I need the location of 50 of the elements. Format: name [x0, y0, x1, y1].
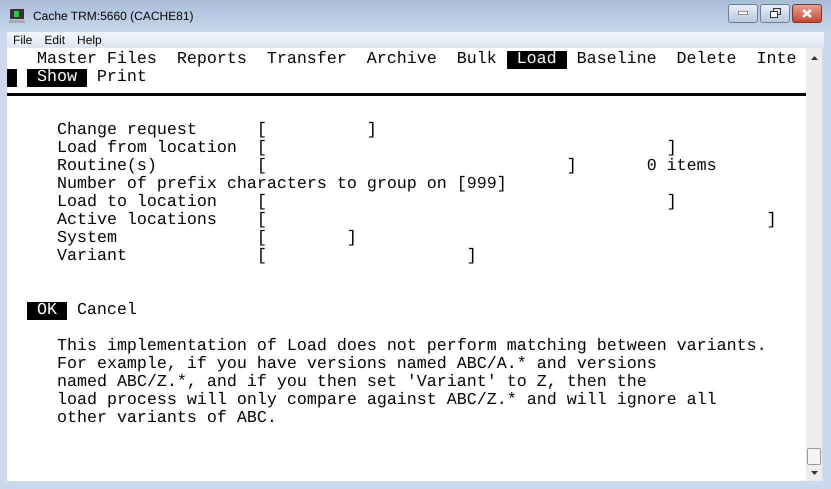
- field-label: Load to location: [56, 194, 218, 212]
- restore-button[interactable]: [760, 4, 790, 22]
- field-label: Load from location: [56, 140, 238, 158]
- field-label: System: [56, 230, 117, 248]
- field-label: Change request: [56, 122, 197, 140]
- bracket: [: [256, 212, 267, 230]
- bracket: ]: [366, 122, 377, 140]
- bracket: ]: [766, 212, 777, 230]
- bracket: ]: [666, 140, 677, 158]
- bracket: ]: [466, 248, 477, 266]
- menu-item[interactable]: Edit: [38, 33, 72, 47]
- bracket: ]: [346, 230, 357, 248]
- bracket: [: [256, 194, 267, 212]
- input-field[interactable]: 999: [466, 176, 497, 194]
- field-label: Variant: [56, 248, 128, 266]
- window-title: Cache TRM:5660 (CACHE81): [33, 8, 194, 25]
- dialog-button[interactable]: OK: [26, 302, 67, 320]
- menu-item[interactable]: File: [7, 33, 38, 47]
- minimize-button[interactable]: [728, 4, 758, 22]
- help-text: This implementation of Load does not perform matching between variants.: [56, 338, 767, 356]
- bracket: ]: [496, 176, 507, 194]
- help-text: named ABC/Z.*, and if you then set 'Variant' to Z, then the: [56, 374, 647, 392]
- field-label: Routine(s): [56, 158, 158, 176]
- help-text: load process will only compare against ABC/Z.* and will ignore all: [56, 392, 717, 410]
- bracket: [: [256, 158, 267, 176]
- menu-item[interactable]: Help: [71, 33, 108, 47]
- bracket: [: [456, 176, 467, 194]
- submenu-tab[interactable]: Show: [26, 69, 87, 87]
- restore-icon: [770, 8, 780, 18]
- menu-tab[interactable]: Load: [506, 51, 567, 69]
- close-button[interactable]: [792, 4, 822, 22]
- cursor: [7, 69, 17, 87]
- terminal-icon: [9, 8, 25, 24]
- scroll-down-icon: [810, 471, 818, 475]
- minimize-icon: [738, 11, 748, 15]
- bracket: [: [256, 230, 267, 248]
- bracket: [: [256, 140, 267, 158]
- bracket: [: [256, 248, 267, 266]
- bracket: ]: [566, 158, 577, 176]
- bracket: ]: [666, 194, 677, 212]
- item-count: 0 items: [646, 158, 717, 176]
- scrollbar[interactable]: [806, 48, 822, 481]
- close-icon: [802, 8, 812, 18]
- field-label: Number of prefix characters to group on: [56, 176, 447, 194]
- field-label: Active locations: [56, 212, 218, 230]
- bracket: [: [256, 122, 267, 140]
- scroll-thumb[interactable]: [807, 448, 821, 465]
- help-text: For example, if you have versions named ABC/A.* and versions: [56, 356, 657, 374]
- scroll-up-icon: [810, 56, 818, 60]
- help-text: other variants of ABC.: [56, 410, 277, 428]
